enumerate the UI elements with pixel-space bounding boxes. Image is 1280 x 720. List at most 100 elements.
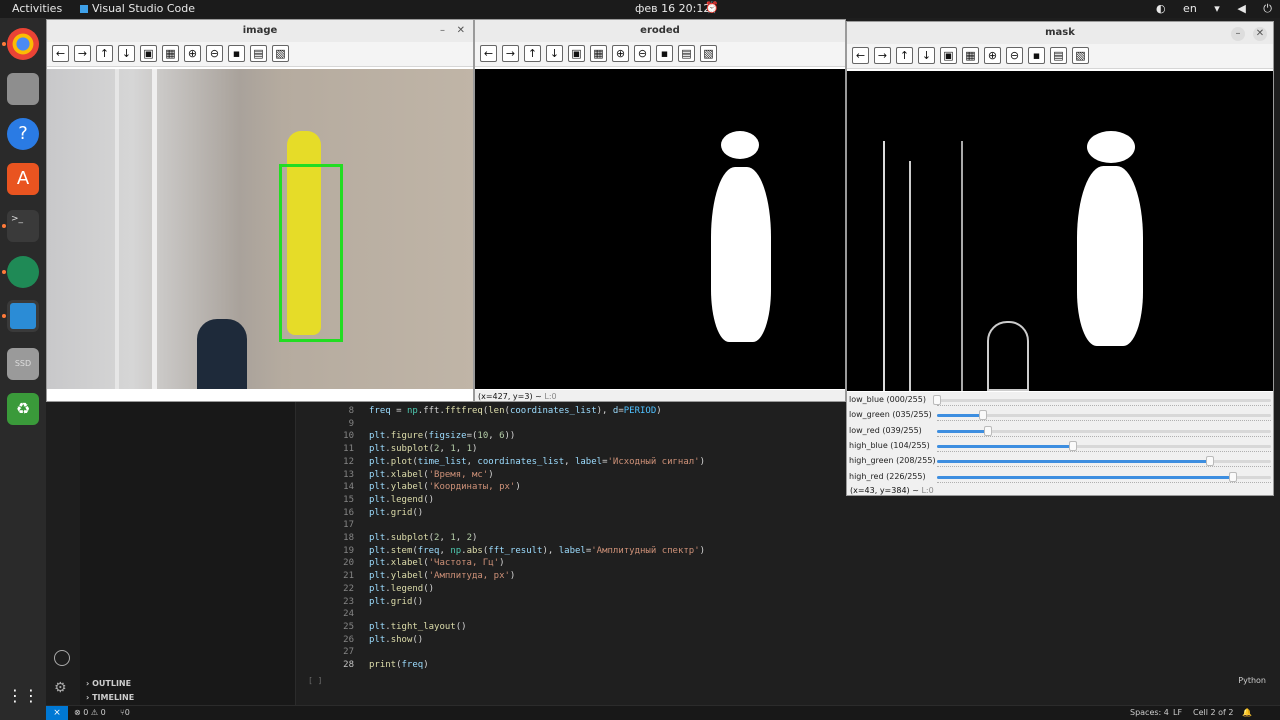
clock[interactable]: фев 16 20:12	[635, 2, 710, 15]
properties-icon[interactable]: ▤	[1050, 47, 1067, 64]
pan-down-icon[interactable]: ↓	[918, 47, 935, 64]
trackbar-handle[interactable]	[984, 425, 993, 436]
timeline-section[interactable]: › TIMELINE	[86, 693, 134, 702]
chrome-icon[interactable]	[7, 28, 39, 60]
zoom-in-icon[interactable]: ⊕	[984, 47, 1001, 64]
code-line[interactable]: plt.xlabel('Время, мс')	[369, 470, 494, 480]
zoom-in-icon[interactable]: ⊕	[612, 45, 629, 62]
indentation-status[interactable]: Spaces: 4	[1130, 708, 1169, 717]
pan-up-icon[interactable]: ↑	[896, 47, 913, 64]
save-icon[interactable]: ▪	[228, 45, 245, 62]
code-line[interactable]: plt.subplot(2, 1, 2)	[369, 533, 477, 543]
zoom-out-icon[interactable]: ⊖	[1006, 47, 1023, 64]
save-icon[interactable]: ▪	[656, 45, 673, 62]
code-line[interactable]: plt.tight_layout()	[369, 622, 467, 632]
zoom-out-icon[interactable]: ⊖	[634, 45, 651, 62]
terminal-icon[interactable]: >_	[7, 210, 39, 242]
zoom-fit-icon[interactable]: ▦	[590, 45, 607, 62]
remote-indicator-icon[interactable]: ⨯	[46, 706, 68, 720]
zoom-in-icon[interactable]: ⊕	[184, 45, 201, 62]
eol-status[interactable]: LF	[1173, 708, 1182, 717]
pan-right-icon[interactable]: →	[874, 47, 891, 64]
trackbar-handle[interactable]	[933, 395, 941, 405]
close-button[interactable]: ✕	[1253, 27, 1267, 41]
cell-language[interactable]: Python	[1238, 676, 1266, 685]
save-icon[interactable]: ▪	[1028, 47, 1045, 64]
code-line[interactable]: plt.legend()	[369, 495, 434, 505]
trackbar-handle[interactable]	[1069, 440, 1078, 451]
properties-icon[interactable]: ▤	[250, 45, 267, 62]
pan-right-icon[interactable]: →	[74, 45, 91, 62]
trackbar-rail[interactable]	[937, 456, 1271, 467]
keyboard-layout[interactable]: en	[1183, 2, 1197, 15]
zoom-fit-icon[interactable]: ▦	[162, 45, 179, 62]
pan-up-icon[interactable]: ↑	[96, 45, 113, 62]
ports-count[interactable]: ⑂0	[120, 708, 130, 717]
code-line[interactable]: plt.grid()	[369, 508, 423, 518]
code-line[interactable]: plt.xlabel('Частота, Гц')	[369, 558, 505, 568]
code-line[interactable]: print(freq)	[369, 660, 429, 670]
help-icon[interactable]: ?	[7, 118, 39, 150]
toolbar-extra-icon[interactable]: ▧	[1072, 47, 1089, 64]
pan-down-icon[interactable]: ↓	[118, 45, 135, 62]
pan-left-icon[interactable]: ←	[852, 47, 869, 64]
code-line[interactable]: plt.legend()	[369, 584, 434, 594]
trackbar-handle[interactable]	[1228, 471, 1237, 482]
code-line[interactable]: plt.subplot(2, 1, 1)	[369, 444, 477, 454]
minimize-button[interactable]: –	[440, 25, 445, 36]
code-line[interactable]: freq = np.fft.fftfreq(len(coordinates_li…	[369, 406, 662, 416]
ssd-drive-icon[interactable]: SSD	[7, 348, 39, 380]
app-center-icon[interactable]: A	[7, 163, 39, 195]
app-grid-icon[interactable]: ⋮⋮⋮	[7, 680, 55, 712]
trackbar-high-red[interactable]: high_red (226/255)	[847, 470, 1273, 485]
code-line[interactable]: plt.figure(figsize=(10, 6))	[369, 431, 515, 441]
trackbar-low-green[interactable]: low_green (035/255)	[847, 408, 1273, 423]
zoom-in-area-icon[interactable]: ▣	[140, 45, 157, 62]
pan-down-icon[interactable]: ↓	[546, 45, 563, 62]
problems-count[interactable]: ⊗ 0 ⚠ 0	[74, 708, 106, 717]
pan-left-icon[interactable]: ←	[52, 45, 69, 62]
cell-execution-marker[interactable]: [ ]	[308, 676, 322, 685]
activities-button[interactable]: Activities	[12, 2, 62, 15]
zoom-in-area-icon[interactable]: ▣	[940, 47, 957, 64]
pan-up-icon[interactable]: ↑	[524, 45, 541, 62]
toolbar-extra-icon[interactable]: ▧	[700, 45, 717, 62]
files-icon[interactable]	[7, 73, 39, 105]
zoom-fit-icon[interactable]: ▦	[962, 47, 979, 64]
code-line[interactable]: plt.ylabel('Амплитуда, px')	[369, 571, 515, 581]
account-icon[interactable]	[54, 650, 70, 666]
code-line[interactable]: plt.stem(freq, np.abs(fft_result), label…	[369, 546, 705, 556]
minimize-button[interactable]: –	[1231, 27, 1245, 41]
trash-icon[interactable]: ♻	[7, 393, 39, 425]
outline-section[interactable]: › OUTLINE	[86, 679, 131, 688]
code-line[interactable]: plt.show()	[369, 635, 423, 645]
bell-icon[interactable]: 🔔	[1242, 708, 1252, 717]
code-line[interactable]: plt.grid()	[369, 597, 423, 607]
trackbar-rail[interactable]	[937, 471, 1271, 482]
app-icon[interactable]	[7, 256, 39, 288]
zoom-in-area-icon[interactable]: ▣	[568, 45, 585, 62]
trackbar-low-blue[interactable]: low_blue (000/255)	[847, 393, 1273, 408]
settings-gear-icon[interactable]: ⚙	[54, 680, 67, 696]
trackbar-rail[interactable]	[933, 395, 1271, 405]
cell-status[interactable]: Cell 2 of 2	[1193, 708, 1233, 717]
trackbar-rail[interactable]	[937, 425, 1271, 436]
trackbar-handle[interactable]	[978, 410, 987, 421]
code-line[interactable]: plt.ylabel('Координаты, px')	[369, 482, 521, 492]
system-tray[interactable]: ◐ en ▾ ◀ ⏻	[1142, 2, 1272, 16]
pan-right-icon[interactable]: →	[502, 45, 519, 62]
code-line[interactable]: plt.plot(time_list, coordinates_list, la…	[369, 457, 705, 467]
trackbar-rail[interactable]	[937, 440, 1271, 451]
pan-left-icon[interactable]: ←	[480, 45, 497, 62]
properties-icon[interactable]: ▤	[678, 45, 695, 62]
trackbar-low-red[interactable]: low_red (039/255)	[847, 424, 1273, 439]
trackbar-handle[interactable]	[1205, 456, 1214, 467]
trackbar-rail[interactable]	[937, 410, 1271, 421]
zoom-out-icon[interactable]: ⊖	[206, 45, 223, 62]
toolbar-extra-icon[interactable]: ▧	[272, 45, 289, 62]
trackbar-high-green[interactable]: high_green (208/255)	[847, 454, 1273, 469]
vscode-dock-icon[interactable]	[7, 300, 39, 332]
close-button[interactable]: ✕	[457, 25, 465, 36]
trackbar-high-blue[interactable]: high_blue (104/255)	[847, 439, 1273, 454]
active-app-menu[interactable]: Visual Studio Code	[80, 2, 195, 15]
